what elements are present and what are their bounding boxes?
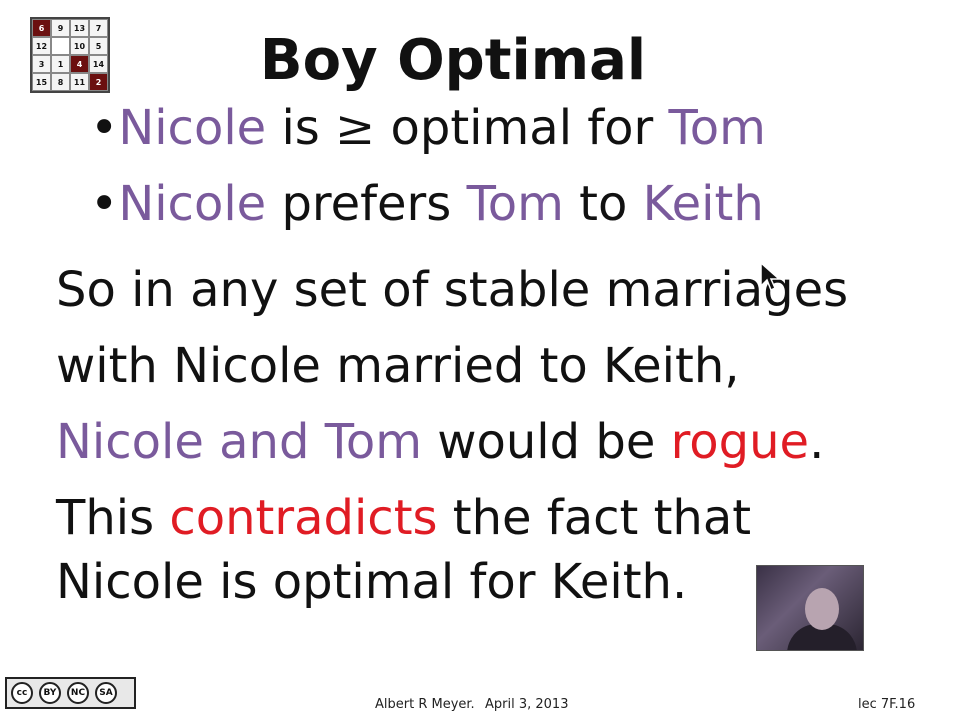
paragraph-line-5: Nicole is optimal for Keith. [56, 554, 688, 610]
bullet-text: prefers [266, 176, 467, 232]
by-icon: BY [39, 682, 61, 704]
paragraph-line-2: with Nicole married to Keith, [56, 338, 740, 394]
nc-icon: NC [67, 682, 89, 704]
creative-commons-badge: cc BY NC SA [5, 677, 136, 709]
word-contradicts: contradicts [169, 490, 438, 546]
paragraph-line-3: Nicole and Tom would be rogue. [56, 414, 824, 470]
name-nicole: Nicole [118, 176, 267, 232]
word-rogue: rogue [670, 414, 810, 470]
names-nicole-and-tom: Nicole and Tom [56, 414, 422, 470]
bullet-2: •Nicole prefers Tom to Keith [90, 176, 764, 232]
bullet-dot: • [90, 176, 119, 232]
bullet-text: to [563, 176, 643, 232]
paragraph-text: the fact that [437, 490, 752, 546]
name-nicole: Nicole [118, 100, 267, 156]
slide-title: Boy Optimal [259, 28, 647, 93]
name-keith: Keith [642, 176, 764, 232]
name-tom: Tom [668, 100, 766, 156]
footer-slide-number: lec 7F.16 [858, 697, 916, 712]
bullet-text: optimal for [375, 100, 669, 156]
speaker-video-thumbnail [756, 565, 864, 651]
name-tom: Tom [466, 176, 564, 232]
footer-author: Albert R Meyer. [375, 697, 475, 712]
paragraph-text: This [56, 490, 170, 546]
paragraph-text: would be [421, 414, 671, 470]
cc-icon: cc [11, 682, 33, 704]
paragraph-line-4: This contradicts the fact that [56, 490, 751, 546]
paragraph-text: . [809, 414, 825, 470]
paragraph-line-1: So in any set of stable marriages [56, 262, 849, 318]
sa-icon: SA [95, 682, 117, 704]
speaker-face [805, 588, 839, 630]
footer-date: April 3, 2013 [485, 697, 569, 712]
geq-symbol: ≥ [335, 100, 376, 156]
bullet-dot: • [90, 100, 119, 156]
mouse-pointer-icon [760, 262, 781, 292]
bullet-text: is [266, 100, 336, 156]
bullet-1: •Nicole is ≥ optimal for Tom [90, 100, 766, 156]
